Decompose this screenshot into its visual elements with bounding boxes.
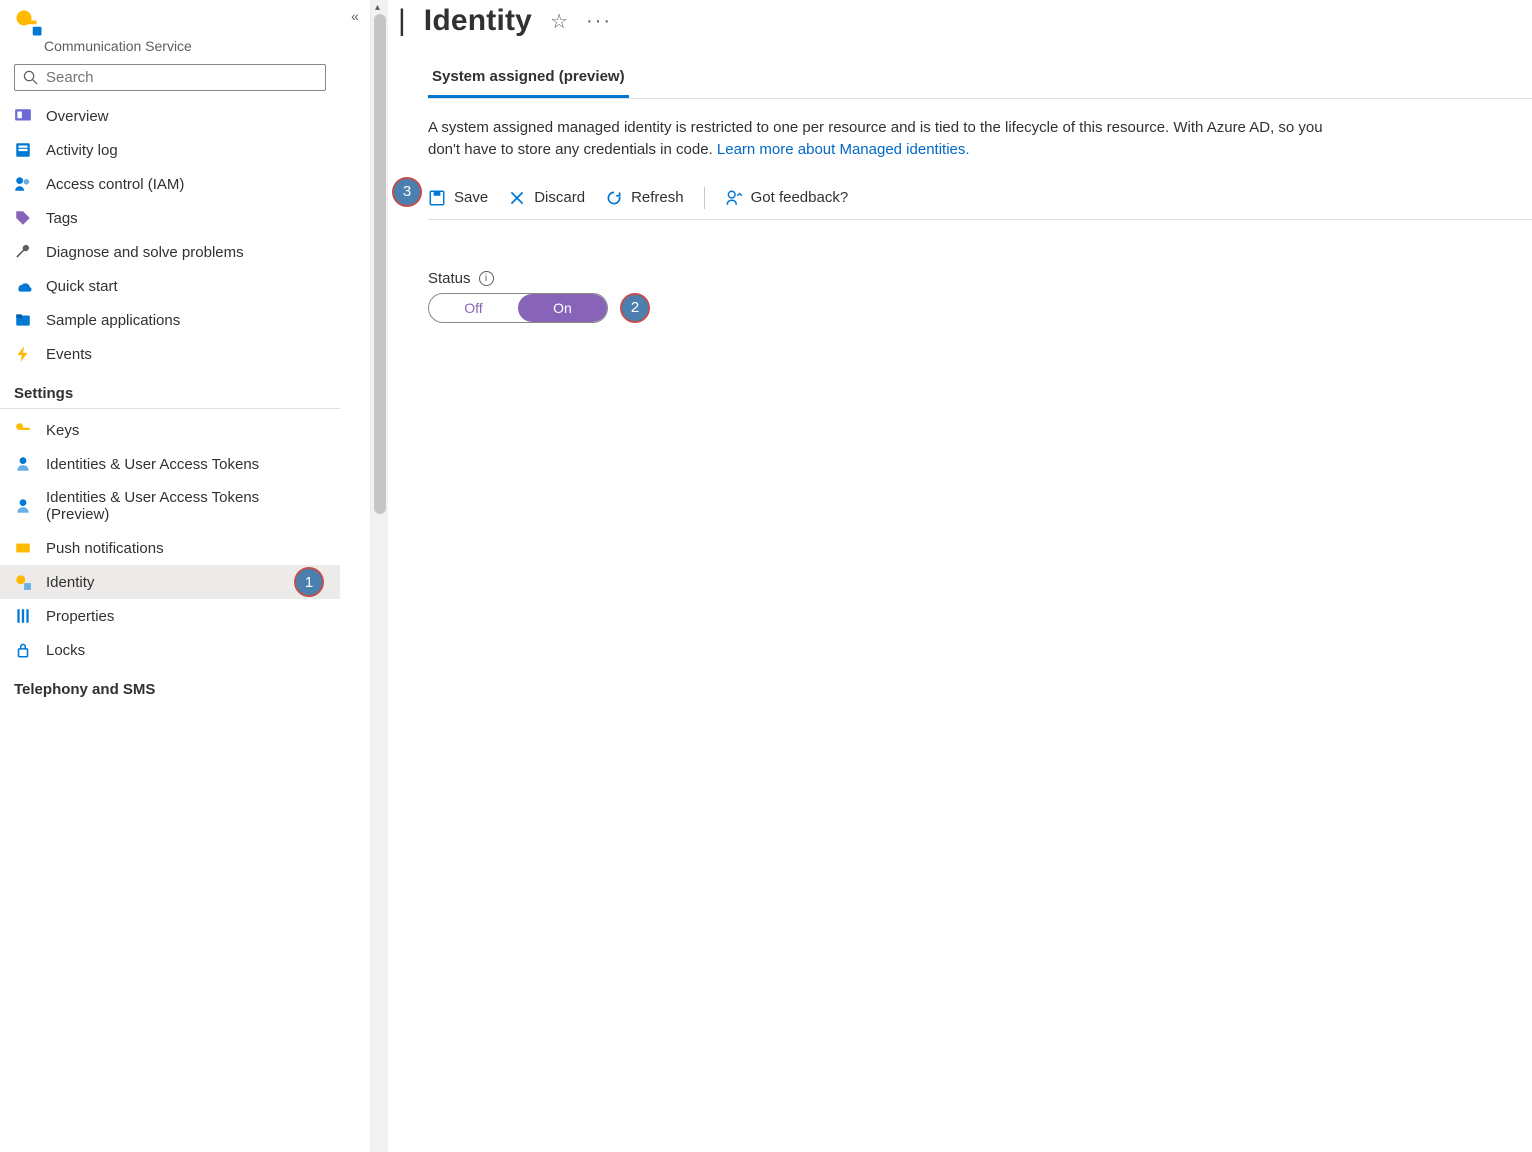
collapse-sidebar-button[interactable]: « bbox=[340, 0, 370, 1152]
sidebar-item-quick-start[interactable]: Quick start bbox=[0, 269, 340, 303]
favorite-star-icon[interactable]: ☆ bbox=[550, 9, 568, 34]
toolbar-separator bbox=[704, 187, 705, 209]
command-bar: 3 Save Discard Refresh Got feedback? bbox=[428, 181, 1532, 220]
refresh-label: Refresh bbox=[631, 189, 684, 206]
sidebar-item-label: Quick start bbox=[46, 278, 118, 295]
learn-more-link[interactable]: Learn more about Managed identities. bbox=[717, 141, 970, 158]
sidebar-item-properties[interactable]: Properties bbox=[0, 599, 340, 633]
sidebar-item-label: Tags bbox=[46, 210, 78, 227]
push-icon bbox=[14, 539, 32, 557]
sidebar-item-label: Overview bbox=[46, 108, 109, 125]
iam-icon bbox=[14, 175, 32, 193]
title-separator: | bbox=[398, 4, 406, 38]
folder-icon bbox=[14, 311, 32, 329]
wrench-icon bbox=[14, 243, 32, 261]
nav-settings: Keys Identities & User Access Tokens Ide… bbox=[0, 413, 340, 667]
title-row: | Identity ☆ ··· bbox=[398, 0, 1532, 48]
sidebar-scrollbar[interactable]: ▴ bbox=[370, 0, 388, 1152]
toggle-on-option[interactable]: On bbox=[518, 294, 607, 322]
sidebar-item-label: Identities & User Access Tokens (Preview… bbox=[46, 489, 326, 523]
overview-icon bbox=[14, 107, 32, 125]
save-icon bbox=[428, 189, 446, 207]
section-telephony: Telephony and SMS bbox=[0, 667, 340, 704]
save-button[interactable]: Save bbox=[428, 189, 488, 207]
service-type: Communication Service bbox=[0, 38, 340, 54]
sidebar-item-label: Activity log bbox=[46, 142, 118, 159]
description-text: A system assigned managed identity is re… bbox=[428, 99, 1328, 181]
identity-icon bbox=[14, 573, 32, 591]
section-settings: Settings bbox=[0, 371, 340, 409]
sidebar-item-push-notifications[interactable]: Push notifications bbox=[0, 531, 340, 565]
cloud-arrow-icon bbox=[14, 277, 32, 295]
sidebar-item-keys[interactable]: Keys bbox=[0, 413, 340, 447]
search-input[interactable] bbox=[46, 69, 317, 86]
scroll-up-icon[interactable]: ▴ bbox=[375, 2, 380, 13]
refresh-icon bbox=[605, 189, 623, 207]
user-icon bbox=[14, 497, 32, 515]
sidebar-item-tags[interactable]: Tags bbox=[0, 201, 340, 235]
sidebar-item-access-control[interactable]: Access control (IAM) bbox=[0, 167, 340, 201]
status-toggle[interactable]: Off On bbox=[428, 293, 608, 323]
resource-header bbox=[0, 0, 340, 40]
feedback-label: Got feedback? bbox=[751, 189, 849, 206]
annotation-callout-1: 1 bbox=[294, 567, 324, 597]
discard-icon bbox=[508, 189, 526, 207]
save-label: Save bbox=[454, 189, 488, 206]
sidebar: Communication Service Overview Activity … bbox=[0, 0, 340, 1152]
tab-system-assigned[interactable]: System assigned (preview) bbox=[428, 58, 629, 98]
refresh-button[interactable]: Refresh bbox=[605, 189, 684, 207]
sidebar-item-events[interactable]: Events bbox=[0, 337, 340, 371]
search-icon bbox=[23, 70, 38, 85]
feedback-icon bbox=[725, 189, 743, 207]
sidebar-item-identities-tokens-preview[interactable]: Identities & User Access Tokens (Preview… bbox=[0, 481, 340, 531]
sidebar-item-label: Sample applications bbox=[46, 312, 180, 329]
user-icon bbox=[14, 455, 32, 473]
status-label: Status bbox=[428, 270, 471, 287]
sidebar-item-label: Push notifications bbox=[46, 540, 164, 557]
lock-icon bbox=[14, 641, 32, 659]
bolt-icon bbox=[14, 345, 32, 363]
annotation-callout-2: 2 bbox=[620, 293, 650, 323]
sidebar-item-locks[interactable]: Locks bbox=[0, 633, 340, 667]
toggle-off-option[interactable]: Off bbox=[429, 294, 518, 322]
status-label-row: Status i bbox=[428, 270, 1532, 287]
key-resource-icon bbox=[14, 8, 44, 38]
sidebar-item-identity[interactable]: Identity 1 bbox=[0, 565, 340, 599]
sidebar-item-label: Events bbox=[46, 346, 92, 363]
sidebar-item-overview[interactable]: Overview bbox=[0, 99, 340, 133]
page-title: Identity bbox=[424, 4, 532, 38]
main-pane: | Identity ☆ ··· System assigned (previe… bbox=[388, 0, 1532, 1152]
annotation-callout-3: 3 bbox=[392, 177, 422, 207]
sidebar-item-sample-apps[interactable]: Sample applications bbox=[0, 303, 340, 337]
key-icon bbox=[14, 421, 32, 439]
sidebar-item-activity-log[interactable]: Activity log bbox=[0, 133, 340, 167]
nav-primary: Overview Activity log Access control (IA… bbox=[0, 99, 340, 371]
properties-icon bbox=[14, 607, 32, 625]
tag-icon bbox=[14, 209, 32, 227]
info-icon[interactable]: i bbox=[479, 271, 494, 286]
scroll-thumb[interactable] bbox=[374, 14, 386, 514]
sidebar-item-label: Identity bbox=[46, 574, 94, 591]
sidebar-item-label: Locks bbox=[46, 642, 85, 659]
sidebar-item-identities-tokens[interactable]: Identities & User Access Tokens bbox=[0, 447, 340, 481]
sidebar-item-diagnose[interactable]: Diagnose and solve problems bbox=[0, 235, 340, 269]
sidebar-item-label: Access control (IAM) bbox=[46, 176, 184, 193]
discard-button[interactable]: Discard bbox=[508, 189, 585, 207]
search-box[interactable] bbox=[14, 64, 326, 91]
tabs: System assigned (preview) bbox=[428, 58, 1532, 99]
status-area: Status i Off On 2 bbox=[428, 220, 1532, 323]
sidebar-item-label: Identities & User Access Tokens bbox=[46, 456, 259, 473]
sidebar-item-label: Properties bbox=[46, 608, 114, 625]
more-actions-icon[interactable]: ··· bbox=[586, 10, 612, 33]
sidebar-item-label: Diagnose and solve problems bbox=[46, 244, 244, 261]
activity-icon bbox=[14, 141, 32, 159]
discard-label: Discard bbox=[534, 189, 585, 206]
feedback-button[interactable]: Got feedback? bbox=[725, 189, 849, 207]
sidebar-item-label: Keys bbox=[46, 422, 79, 439]
